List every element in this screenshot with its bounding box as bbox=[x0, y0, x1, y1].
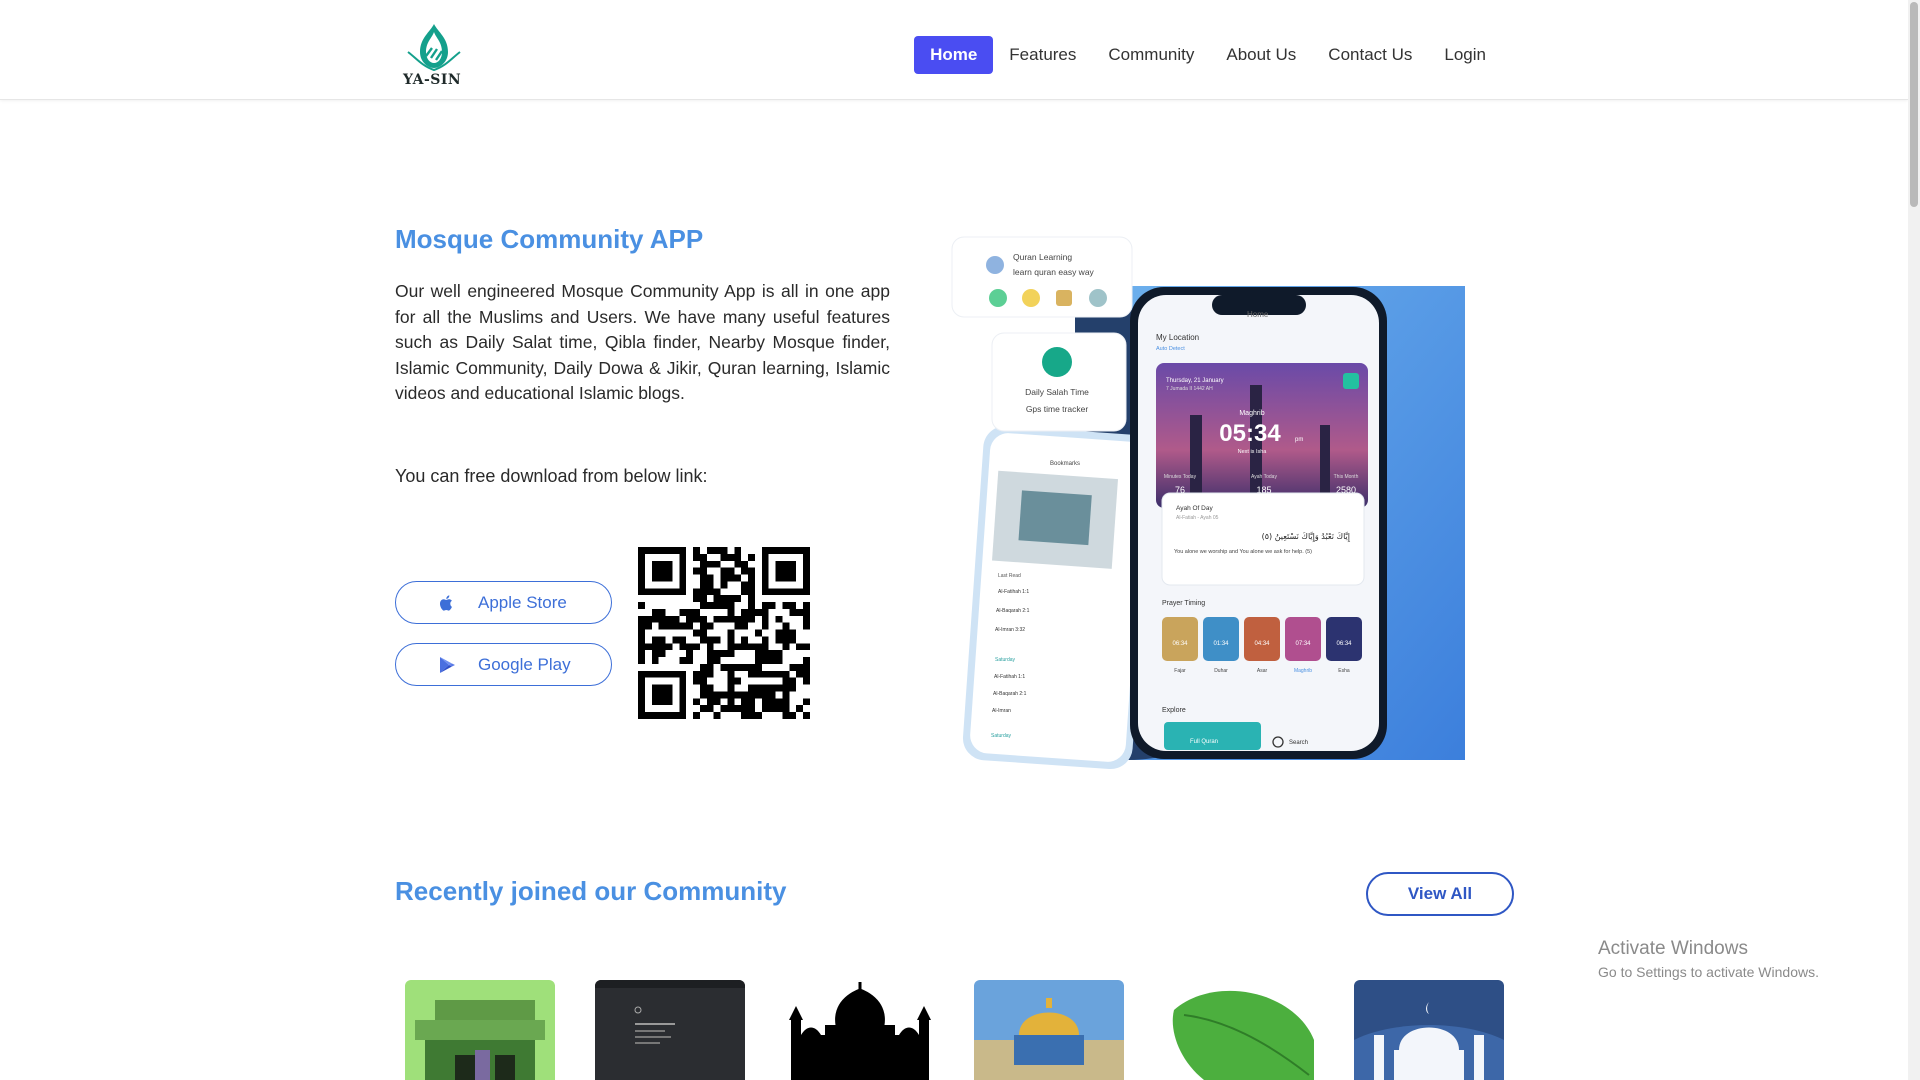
front-phone: Home My Location Auto Detect Thursday, 2… bbox=[1130, 287, 1387, 759]
prayer-ampm: pm bbox=[1295, 437, 1303, 443]
member-card-4[interactable] bbox=[974, 980, 1124, 1080]
prayer-name: Maghrib bbox=[1239, 410, 1264, 417]
next-prayer: Next is Isha bbox=[1238, 449, 1268, 455]
prayer-tile-time: 07:34 bbox=[1295, 641, 1311, 647]
search-label: Search bbox=[1289, 740, 1308, 746]
app-phones-illustration: Bookmarks Last Read Al-Fatihah 1:1 Al-Ba… bbox=[950, 235, 1515, 775]
brand-name: YA-SIN bbox=[403, 72, 462, 88]
saved-item-1: Al-Fatihah 1:1 bbox=[994, 674, 1025, 680]
hero-title: Mosque Community APP bbox=[395, 224, 704, 254]
location-label: My Location bbox=[1156, 333, 1199, 342]
member-card-5[interactable] bbox=[1164, 980, 1314, 1080]
download-qr-code bbox=[638, 547, 810, 719]
pixel-avatar-icon bbox=[405, 980, 555, 1080]
view-all-button[interactable]: View All bbox=[1366, 872, 1514, 916]
prayer-tile-name: Maghrib bbox=[1294, 668, 1312, 674]
hero-description: Our well engineered Mosque Community App… bbox=[395, 281, 890, 403]
prayer-time: 05:34 bbox=[1219, 420, 1281, 447]
prayer-tile-asar bbox=[1244, 617, 1280, 661]
prayer-tile-time: 01:34 bbox=[1213, 641, 1229, 647]
site-header: YA-SIN Home Features Community About Us … bbox=[0, 0, 1908, 100]
prayer-tile-time: 06:34 bbox=[1336, 641, 1352, 647]
white-mosque-illustration-icon bbox=[1354, 980, 1504, 1080]
quran-card-title: Quran Learning bbox=[1013, 252, 1072, 262]
explore-label: Explore bbox=[1162, 707, 1186, 714]
member-card-2[interactable] bbox=[595, 980, 745, 1080]
hijri-text: 7 Jumada II 1442 AH bbox=[1166, 386, 1213, 392]
apple-store-label: Apple Store bbox=[478, 593, 567, 612]
dark-screen-thumbnail-icon bbox=[595, 980, 745, 1080]
stat2-label: Ayah Today bbox=[1251, 474, 1277, 480]
dome-of-rock-photo-icon bbox=[974, 980, 1124, 1080]
prayer-tile-duhar bbox=[1203, 617, 1239, 661]
location-sub: Auto Detect bbox=[1156, 346, 1185, 352]
download-text: You can free download from below link: bbox=[395, 466, 708, 486]
saved-item-2: Al-Baqarah 2:1 bbox=[993, 691, 1027, 697]
surah-item-2: Al-Baqarah 2:1 bbox=[996, 608, 1030, 614]
watermark-line2: Go to Settings to activate Windows. bbox=[1598, 964, 1819, 980]
member-card-1[interactable] bbox=[405, 980, 555, 1080]
mosque-silhouette-icon bbox=[785, 980, 935, 1080]
main-nav: Home Features Community About Us Contact… bbox=[914, 36, 1502, 74]
green-leaf-icon bbox=[1164, 980, 1314, 1080]
nav-contact-us[interactable]: Contact Us bbox=[1312, 36, 1428, 74]
surah-item-1: Al-Fatihah 1:1 bbox=[998, 589, 1029, 595]
bookmarks-title: Bookmarks bbox=[1050, 461, 1080, 467]
full-quran-label: Full Quran bbox=[1190, 739, 1218, 745]
nav-home[interactable]: Home bbox=[914, 36, 994, 74]
saved-group-label: Saturday bbox=[995, 657, 1016, 663]
watermark-line1: Activate Windows bbox=[1598, 938, 1748, 959]
prayer-tile-maghrib bbox=[1285, 617, 1321, 661]
prayer-tile-esha bbox=[1326, 617, 1362, 661]
phone-home-title: Home bbox=[1247, 310, 1269, 319]
apple-icon bbox=[439, 595, 452, 611]
prayer-tile-name: Esha bbox=[1338, 668, 1350, 674]
ayah-sub: Al-Fatiah - Ayah 05 bbox=[1176, 515, 1219, 521]
prayer-tile-time: 04:34 bbox=[1254, 641, 1270, 647]
prayer-tile-name: Fajar bbox=[1174, 668, 1186, 674]
saved-item-3: Al-Imran bbox=[992, 708, 1011, 714]
saved-group-label-2: Saturday bbox=[991, 733, 1012, 739]
nav-community[interactable]: Community bbox=[1092, 36, 1210, 74]
google-play-label: Google Play bbox=[478, 655, 571, 674]
prayer-tile-name: Asar bbox=[1257, 668, 1268, 674]
stat3-label: This Month bbox=[1334, 474, 1359, 480]
date-text: Thursday, 21 January bbox=[1166, 378, 1224, 384]
page-scrollbar[interactable] bbox=[1908, 0, 1920, 1080]
prayer-tile-fajar bbox=[1162, 617, 1198, 661]
prayer-tile-name: Duhar bbox=[1214, 668, 1228, 674]
member-card-6[interactable] bbox=[1354, 980, 1504, 1080]
salah-card-sub: Gps time tracker bbox=[1026, 404, 1089, 414]
daily-salah-card: Daily Salah Time Gps time tracker bbox=[991, 332, 1127, 432]
windows-activation-watermark: Activate Windows Go to Settings to activ… bbox=[1598, 938, 1819, 980]
nav-about-us[interactable]: About Us bbox=[1210, 36, 1312, 74]
ayah-english: You alone we worship and You alone we as… bbox=[1174, 549, 1312, 555]
stat1-label: Minutes Today bbox=[1164, 474, 1197, 480]
prayer-tile-time: 06:34 bbox=[1172, 641, 1188, 647]
apple-store-button[interactable]: Apple Store bbox=[395, 581, 612, 624]
ayah-title: Ayah Of Day bbox=[1176, 505, 1213, 512]
back-phone: Bookmarks Last Read Al-Fatihah 1:1 Al-Ba… bbox=[962, 425, 1153, 770]
google-play-icon bbox=[440, 657, 455, 673]
member-card-3[interactable] bbox=[785, 980, 935, 1080]
google-play-button[interactable]: Google Play bbox=[395, 643, 612, 686]
quran-learning-card: Quran Learning learn quran easy way bbox=[951, 236, 1133, 318]
nav-features[interactable]: Features bbox=[993, 36, 1092, 74]
quran-card-sub: learn quran easy way bbox=[1013, 267, 1095, 277]
nav-login[interactable]: Login bbox=[1428, 36, 1502, 74]
scrollbar-thumb[interactable] bbox=[1910, 2, 1918, 207]
prayer-timing-label: Prayer Timing bbox=[1162, 600, 1205, 607]
salah-card-title: Daily Salah Time bbox=[1025, 387, 1089, 397]
surah-item-3: Al-Imran 3:32 bbox=[995, 627, 1025, 633]
last-read-label: Last Read bbox=[998, 573, 1021, 579]
community-title: Recently joined our Community bbox=[395, 876, 787, 906]
